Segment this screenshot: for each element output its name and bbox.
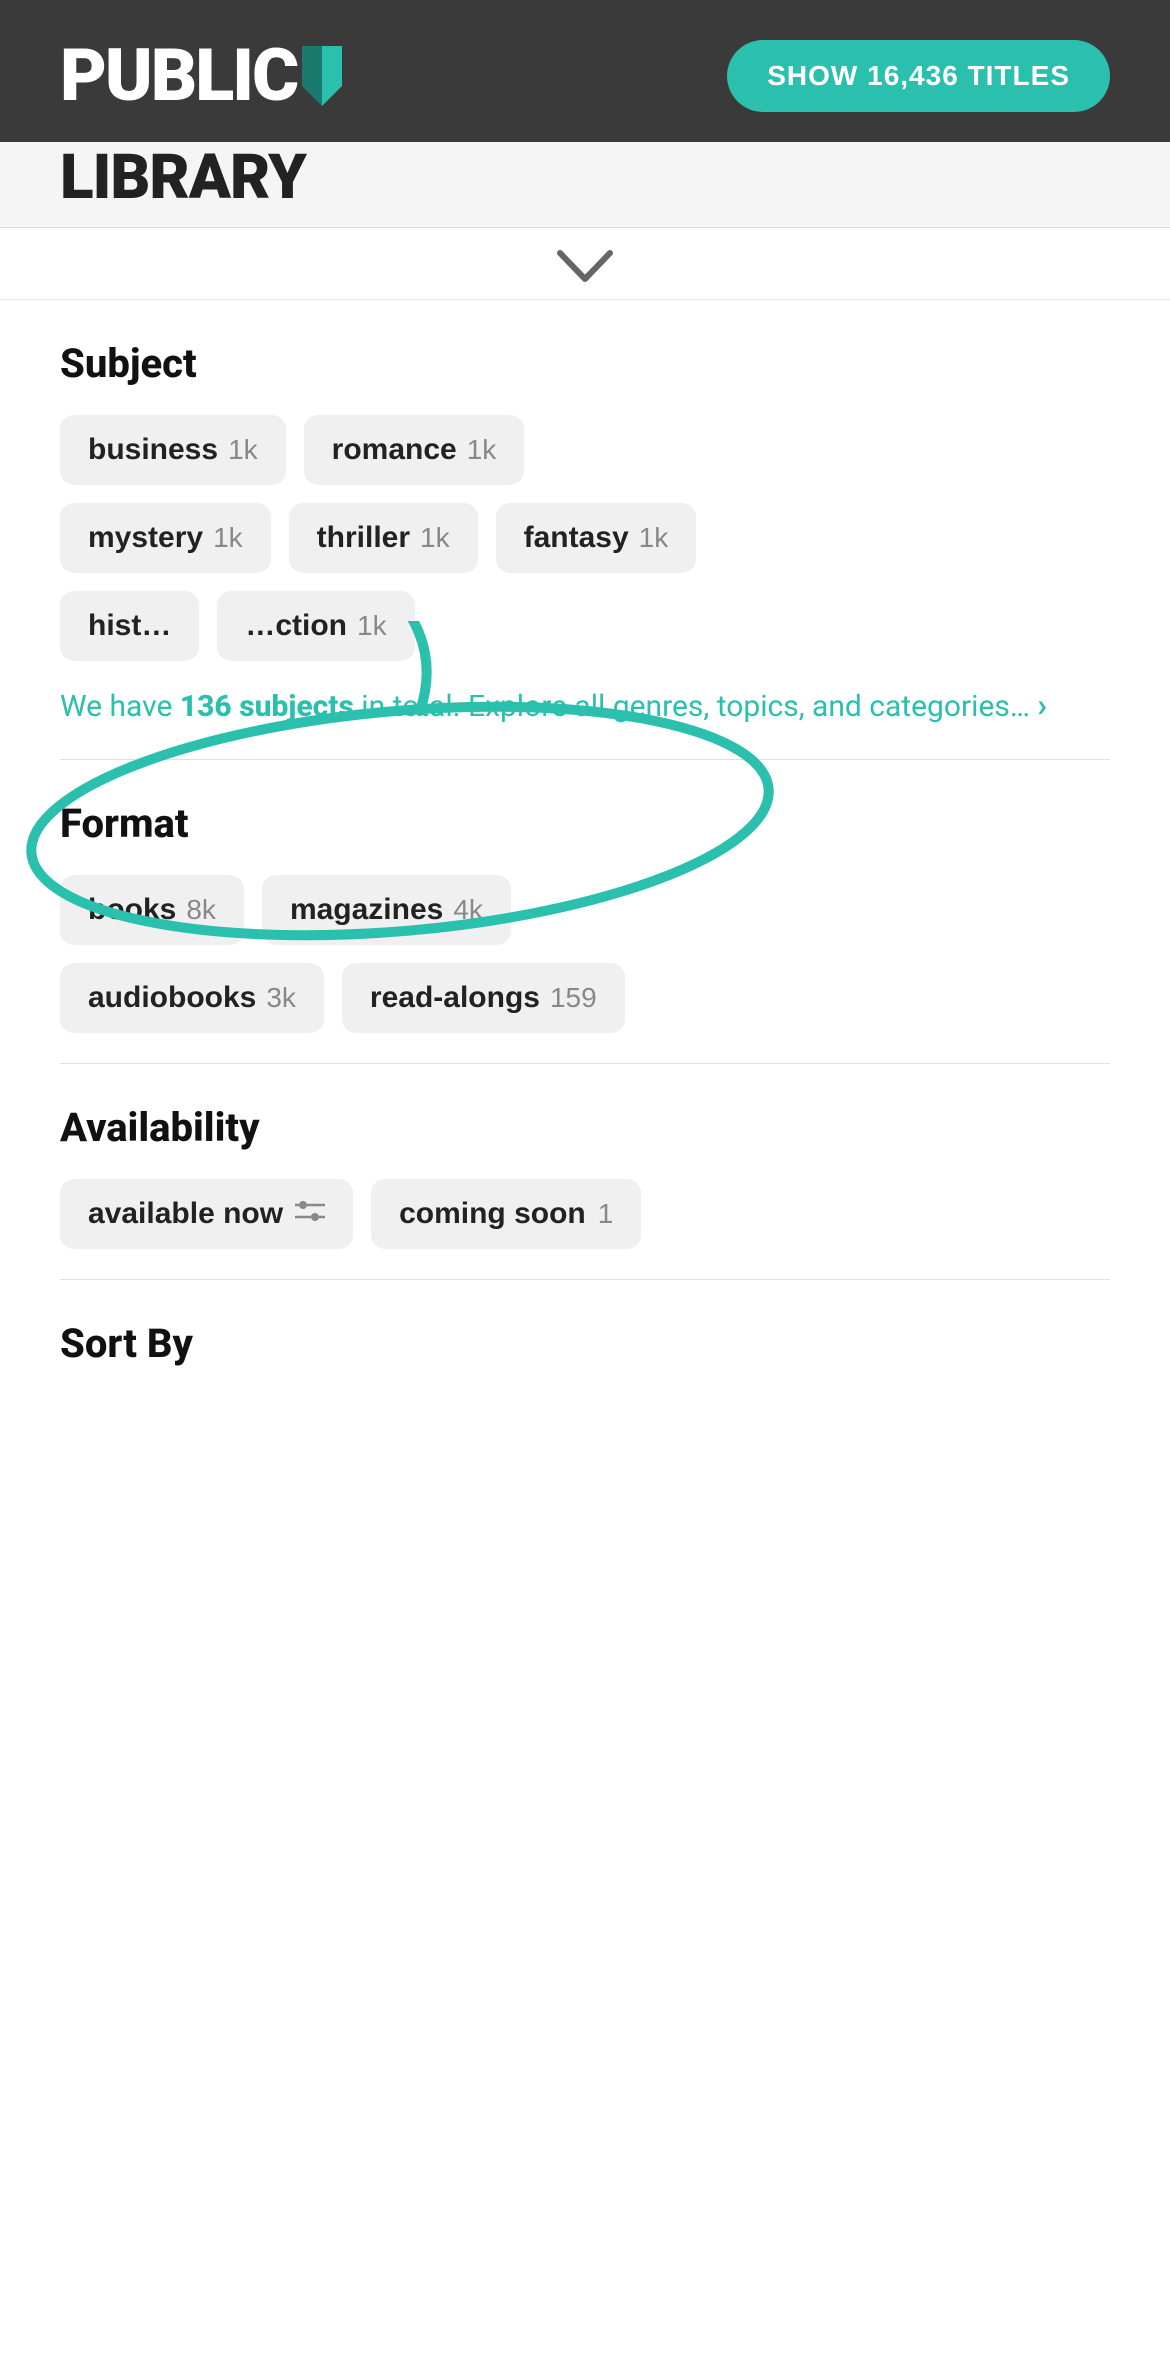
tag-count: 1k — [467, 434, 497, 466]
subject-tags-row-3: hist… …ction 1k — [60, 591, 1110, 661]
sort-by-section: Sort By — [60, 1320, 1110, 1367]
tag-label: hist… — [88, 609, 171, 643]
tag-count: 1k — [357, 610, 387, 642]
format-section: Format books 8k magazines 4k audiobooks … — [60, 800, 1110, 1033]
tag-label: business — [88, 433, 218, 467]
avail-label: coming soon — [399, 1197, 586, 1231]
avail-count: 1 — [598, 1198, 614, 1230]
avail-label: available now — [88, 1197, 283, 1231]
tag-label: thriller — [317, 521, 410, 555]
subject-tag-hist[interactable]: hist… — [60, 591, 199, 661]
availability-available-now[interactable]: available now — [60, 1179, 353, 1249]
logo-icon — [292, 41, 352, 111]
availability-coming-soon[interactable]: coming soon 1 — [371, 1179, 641, 1249]
sort-by-section-title: Sort By — [60, 1320, 1110, 1367]
explore-arrow: › — [1037, 686, 1047, 724]
subject-section: Subject business 1k romance 1k mystery 1… — [60, 340, 1110, 729]
chevron-divider — [0, 228, 1170, 300]
subject-tag-fiction[interactable]: …ction 1k — [217, 591, 414, 661]
tag-label: …ction — [245, 609, 347, 643]
subject-tag-business[interactable]: business 1k — [60, 415, 286, 485]
subject-tag-fantasy[interactable]: fantasy 1k — [496, 503, 697, 573]
availability-section: Availability available now c — [60, 1104, 1110, 1249]
tag-label: books — [88, 893, 176, 927]
section-divider-3 — [60, 1279, 1110, 1280]
explore-pre: We have — [60, 689, 180, 724]
explore-link[interactable]: We have 136 subjects in total. Explore a… — [60, 681, 1110, 729]
availability-section-title: Availability — [60, 1104, 1110, 1151]
show-titles-button[interactable]: SHOW 16,436 TITLES — [727, 40, 1110, 112]
section-divider-2 — [60, 1063, 1110, 1064]
subject-tag-thriller[interactable]: thriller 1k — [289, 503, 478, 573]
explore-post: in total. Explore all genres, topics, an… — [354, 689, 1037, 724]
tag-label: magazines — [290, 893, 443, 927]
logo-row: PUBLIC — [60, 40, 352, 112]
section-divider-1 — [60, 759, 1110, 760]
tag-count: 4k — [453, 894, 483, 926]
tag-label: mystery — [88, 521, 203, 555]
subject-section-title: Subject — [60, 340, 1110, 387]
explore-link-wrapper: We have 136 subjects in total. Explore a… — [60, 681, 1110, 729]
tag-label: read-alongs — [370, 981, 540, 1015]
logo-text: PUBLIC — [60, 40, 297, 112]
tag-label: audiobooks — [88, 981, 256, 1015]
tag-count: 159 — [550, 982, 597, 1014]
tag-count: 1k — [420, 522, 450, 554]
tag-count: 8k — [186, 894, 216, 926]
filter-icon — [295, 1199, 325, 1230]
library-label: LIBRARY — [60, 142, 1110, 217]
format-tag-magazines[interactable]: magazines 4k — [262, 875, 511, 945]
tag-label: romance — [332, 433, 457, 467]
format-tags-row-1: books 8k magazines 4k — [60, 875, 1110, 945]
subject-tag-mystery[interactable]: mystery 1k — [60, 503, 271, 573]
header-bar: PUBLIC SHOW 16,436 TITLES — [0, 0, 1170, 142]
explore-count: 136 subjects — [180, 689, 354, 724]
subject-tags-row-1: business 1k romance 1k — [60, 415, 1110, 485]
partial-header: LIBRARY — [0, 142, 1170, 228]
format-tag-audiobooks[interactable]: audiobooks 3k — [60, 963, 324, 1033]
main-content: Subject business 1k romance 1k mystery 1… — [0, 300, 1170, 1435]
tag-count: 1k — [228, 434, 258, 466]
format-tags-row-2: audiobooks 3k read-alongs 159 — [60, 963, 1110, 1033]
chevron-icon — [555, 248, 615, 289]
tag-count: 1k — [213, 522, 243, 554]
tag-count: 1k — [639, 522, 669, 554]
tag-label: fantasy — [524, 521, 629, 555]
subject-tags-row-2: mystery 1k thriller 1k fantasy 1k — [60, 503, 1110, 573]
availability-row: available now coming soon 1 — [60, 1179, 1110, 1249]
tag-count: 3k — [266, 982, 296, 1014]
format-section-title: Format — [60, 800, 1110, 847]
format-tag-read-alongs[interactable]: read-alongs 159 — [342, 963, 625, 1033]
format-tag-books[interactable]: books 8k — [60, 875, 244, 945]
subject-tag-romance[interactable]: romance 1k — [304, 415, 525, 485]
